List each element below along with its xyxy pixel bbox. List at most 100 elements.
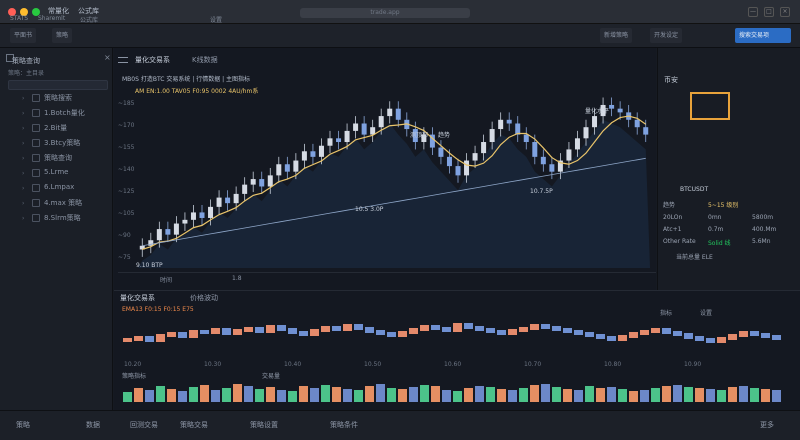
stat-key-2: Atc+1 [663,226,682,233]
sidebar-item-1[interactable]: › 1.Botch量化 [6,107,110,123]
lower-tab-2[interactable]: 价格波动 [190,293,218,303]
lower-candle [618,335,627,341]
folder-icon [32,154,40,162]
volume-bar [189,387,198,402]
lower-candle [728,334,737,340]
chevron-icon: › [22,155,25,162]
volume-bar [706,389,715,402]
volume-bar [420,385,429,402]
lower-candle [420,325,429,331]
tab-kline[interactable]: K线数据 [192,54,218,66]
lower-candle [706,338,715,343]
lower-candle [277,325,286,331]
candle [182,219,188,224]
lower-candle [134,336,143,341]
time-tab[interactable]: 时间 [160,275,172,284]
volume-bar [332,387,341,402]
lower-candle [398,331,407,337]
home-button[interactable]: 平面书 [10,28,37,43]
tab-quant[interactable]: 量化交易系 [135,54,170,66]
status-item-2[interactable]: 回测交易 [130,420,158,430]
status-item-4[interactable]: 策略设置 [250,420,278,430]
sidebar-item-2[interactable]: › 2.Bit量 [6,122,110,138]
window-minimize-button[interactable]: — [748,7,758,17]
x-tick: 10.70 [524,361,542,368]
volume-bar [299,386,308,402]
volume-bar [431,386,440,402]
status-item-1[interactable]: 数据 [86,420,100,430]
menu-item-stats[interactable]: STATS [10,15,28,22]
volume-bar [530,385,539,402]
dev-settings-button[interactable]: 开发设定 [650,28,683,43]
sidebar-close-icon[interactable]: × [104,53,111,62]
menu-item-formula[interactable]: 公式库 [80,15,98,24]
price-tick: ~140 [118,166,135,173]
volume-bar [156,386,165,402]
value-field[interactable]: 1.8 [232,275,242,282]
sidebar-search-input[interactable] [8,80,108,90]
folder-icon [32,169,40,177]
volume-bar [574,390,583,402]
lower-right-tab-2[interactable]: 设置 [700,308,712,317]
sidebar-item-3[interactable]: › 3.Btcy策略 [6,137,110,153]
lower-candle [508,329,517,335]
vol-label: 策略指标 [122,373,147,380]
lower-candle [497,330,506,335]
folder-icon [32,139,40,147]
volume-bar [728,387,737,402]
lower-candle-svg [123,323,781,343]
lower-candle [332,326,341,331]
candle [472,153,478,161]
address-bar[interactable]: trade.app [300,8,470,18]
candle [190,212,196,220]
price-tick: ~90 [118,232,131,239]
lower-candle [552,326,561,331]
annotation-1: 10.7.5P [530,188,553,195]
sidebar-item-6[interactable]: › 6.Lmpax [6,182,110,198]
volume-bar [277,390,286,402]
price-tick: ~185 [118,100,135,107]
candle [216,197,222,207]
lower-candle [442,327,451,332]
candle [438,147,444,157]
stat-val2-1: 5800m [752,214,774,221]
sidebar-item-5[interactable]: › 5.Lrme [6,167,110,183]
lower-candle [717,337,726,343]
status-more[interactable]: 更多 [760,420,774,430]
candle [498,119,504,130]
volume-bar [750,388,759,402]
sidebar-item-7[interactable]: › 4.max 策略 [6,197,110,213]
volume-bar [365,386,374,402]
chevron-icon: › [22,110,25,117]
strategy-button[interactable]: 策略 [52,28,73,43]
volume-bar [354,390,363,402]
sidebar-item-4[interactable]: › 策略查询 [6,152,110,168]
lower-tab-1[interactable]: 量化交易系 [120,293,155,303]
sidebar-item-0[interactable]: › 策略搜索 [6,92,110,108]
menu-item-settings[interactable]: 设置 [210,15,222,24]
window-close-button[interactable]: × [780,7,790,17]
status-item-3[interactable]: 策略交易 [180,420,208,430]
app-window: 常量化 公式库 trade.app — □ × STATS Sharemlt 公… [0,0,800,440]
volume-bar [475,386,484,402]
candle [156,229,162,241]
window-maximize-button[interactable]: □ [764,7,774,17]
x-tick: 10.80 [604,361,622,368]
candle [506,119,512,124]
status-item-5[interactable]: 策略条件 [330,420,358,430]
candle [293,160,299,172]
volume-bar [772,390,781,402]
lower-candle [739,331,748,337]
status-item-0[interactable]: 策略 [16,420,30,430]
candle [208,206,214,218]
menu-icon[interactable] [118,57,128,63]
menu-item-share[interactable]: Sharemlt [38,15,65,22]
sidebar-item-8[interactable]: › 8.Slrm策略 [6,212,110,228]
candle [344,130,350,143]
vol-label-2: 交易量 [262,373,281,380]
candle [173,223,179,235]
new-strategy-button[interactable]: 新增策略 [600,28,633,43]
search-trade-button[interactable]: 搜索交易项 [735,28,791,43]
price-chart-svg [138,97,650,268]
lower-right-tab-1[interactable]: 指标 [660,308,672,317]
